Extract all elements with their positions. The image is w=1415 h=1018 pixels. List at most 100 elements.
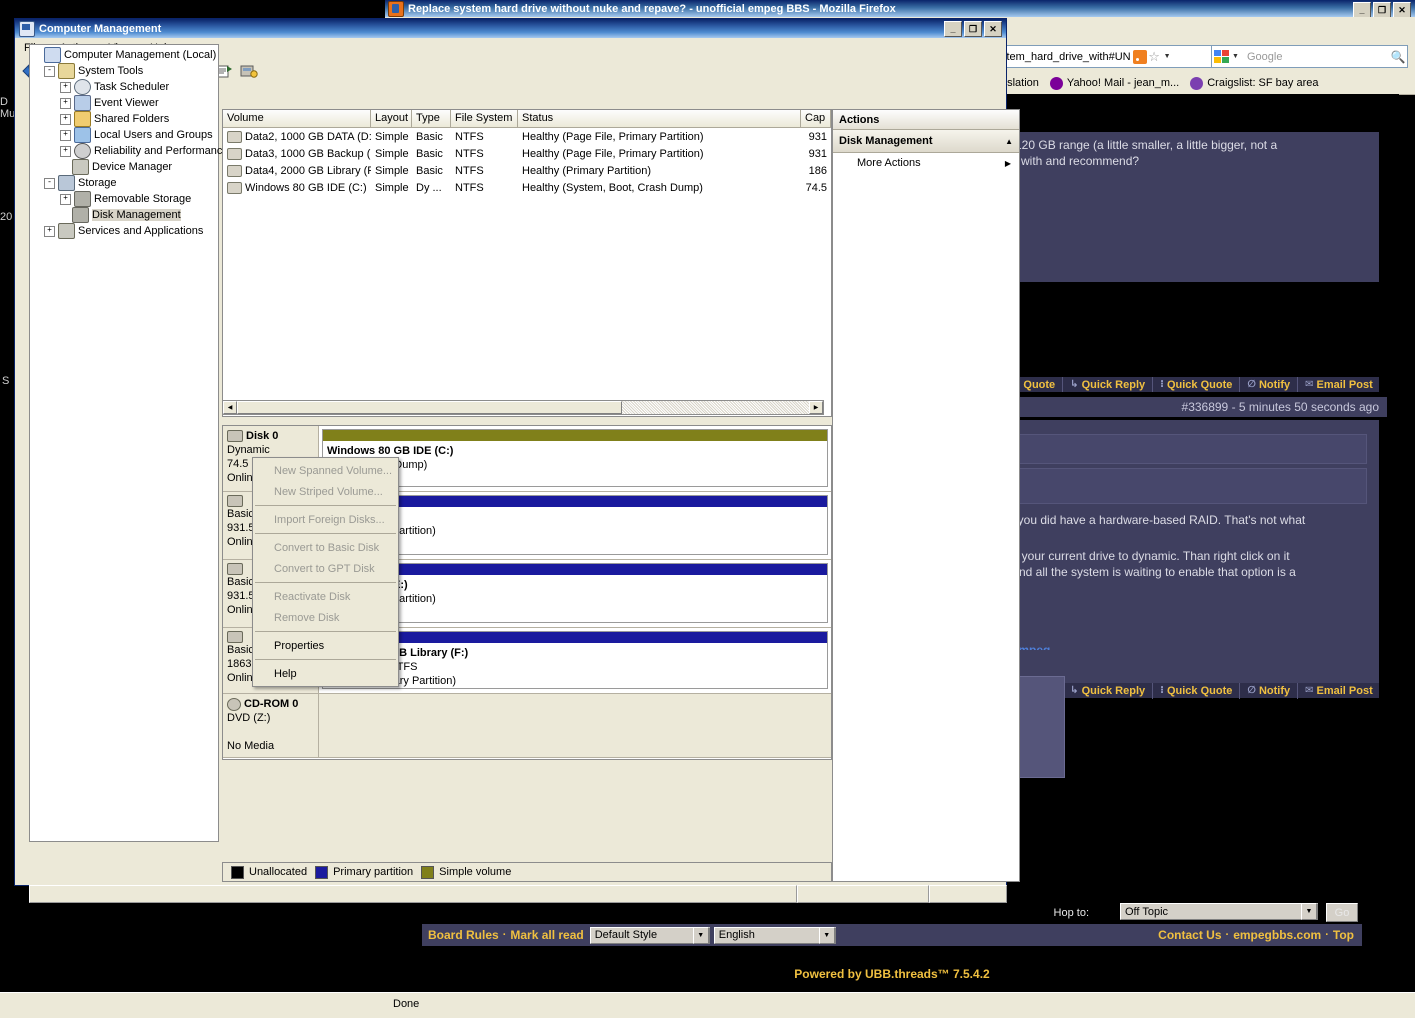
expand-toggle-icon[interactable]: + <box>60 145 71 157</box>
collapse-toggle-icon[interactable]: - <box>44 177 55 189</box>
computer-management-window[interactable]: Computer Management _ ❐ ✕ File Action Vi… <box>14 18 1020 903</box>
disk-context-menu[interactable]: New Spanned Volume... New Striped Volume… <box>252 457 399 687</box>
quick-reply-button[interactable]: ↳ Quick Reply <box>1063 376 1154 393</box>
cm-maximize-button[interactable]: ❐ <box>964 21 982 37</box>
context-menu-item-import-foreign-disks[interactable]: Import Foreign Disks... <box>253 509 398 530</box>
chevron-down-icon[interactable]: ▼ <box>1301 903 1317 920</box>
action-item-more-actions[interactable]: More Actions ▶ <box>833 153 1019 173</box>
search-input[interactable]: Google <box>1241 51 1389 63</box>
expand-toggle-icon[interactable]: + <box>60 81 71 93</box>
column-header-type[interactable]: Type <box>412 110 451 127</box>
volume-list-horizontal-scrollbar[interactable]: ◀ ▶ <box>222 400 824 415</box>
table-row[interactable]: Data4, 2000 GB Library (F:) Simple Basic… <box>223 162 831 179</box>
cm-close-button[interactable]: ✕ <box>984 21 1002 37</box>
bookmark-item[interactable]: Craigslist: SF bay area <box>1190 76 1318 90</box>
bookmark-item[interactable]: Yahoo! Mail - jean_m... <box>1049 76 1179 90</box>
tree-item-shared-folders[interactable]: + Shared Folders <box>32 111 218 127</box>
style-select[interactable]: Default Style ▼ <box>589 926 710 944</box>
context-menu-item-convert-to-gpt-disk[interactable]: Convert to GPT Disk <box>253 558 398 579</box>
cm-window-controls[interactable]: _ ❐ ✕ <box>944 21 1002 37</box>
tree-item-services-and-applications[interactable]: + Services and Applications <box>32 223 218 239</box>
notify-button[interactable]: ∅ Notify <box>1240 682 1299 699</box>
context-menu-item-remove-disk[interactable]: Remove Disk <box>253 607 398 628</box>
search-bar[interactable]: ▼ Google 🔍 <box>1211 45 1408 68</box>
cdrom-row[interactable]: CD-ROM 0 DVD (Z:) No Media <box>223 694 831 758</box>
context-menu-item-new-spanned-volume[interactable]: New Spanned Volume... <box>253 460 398 481</box>
tree-item-disk-management[interactable]: Disk Management <box>32 207 218 223</box>
email-post-button[interactable]: ✉ Email Post <box>1298 683 1380 699</box>
rescan-disks-icon[interactable] <box>238 60 260 82</box>
search-engine-chevron-icon[interactable]: ▼ <box>1230 53 1241 60</box>
scroll-right-button[interactable]: ▶ <box>809 401 823 414</box>
chevron-up-icon[interactable]: ▲ <box>1005 137 1013 146</box>
board-rules-link[interactable]: Board Rules <box>428 928 499 942</box>
tree-item-event-viewer[interactable]: + Event Viewer <box>32 95 218 111</box>
hop-to-go-button[interactable]: Go <box>1326 903 1358 922</box>
quick-quote-button[interactable]: ⁝ Quick Quote <box>1153 376 1241 393</box>
column-header-file-system[interactable]: File System <box>451 110 518 127</box>
firefox-maximize-button[interactable]: ❐ <box>1373 2 1391 17</box>
tree-item-device-manager[interactable]: Device Manager <box>32 159 218 175</box>
column-header-layout[interactable]: Layout <box>371 110 412 127</box>
expand-toggle-icon[interactable]: + <box>60 113 71 125</box>
volume-list[interactable]: Volume Layout Type File System Status Ca… <box>222 109 832 417</box>
tree-item-local-users-and-groups[interactable]: + Local Users and Groups <box>32 127 218 143</box>
scrollbar-track[interactable] <box>237 401 809 414</box>
cm-minimize-button[interactable]: _ <box>944 21 962 37</box>
language-select[interactable]: English ▼ <box>713 926 836 944</box>
hop-to-select[interactable]: Off Topic ▼ <box>1120 903 1318 920</box>
tree-item-task-scheduler[interactable]: + Task Scheduler <box>32 79 218 95</box>
chevron-down-icon[interactable]: ▼ <box>818 926 835 944</box>
post-1-button-bar[interactable]: ✎Quote ↳Quick Reply ⁝Quick Quote ∅Notify… <box>1005 376 1380 393</box>
context-menu-item-properties[interactable]: Properties <box>253 635 398 656</box>
firefox-close-button[interactable]: ✕ <box>1393 2 1411 17</box>
column-header-status[interactable]: Status <box>518 110 801 127</box>
tree-item-reliability-and-performance[interactable]: + Reliability and Performance <box>32 143 229 159</box>
scrollbar-thumb[interactable] <box>237 401 622 414</box>
notify-button[interactable]: ∅ Notify <box>1240 376 1299 393</box>
hop-to-bar: Hop to: Off Topic ▼ Go <box>385 900 1399 926</box>
context-menu-item-help[interactable]: Help <box>253 663 398 684</box>
tree-item-removable-storage[interactable]: + Removable Storage <box>32 191 218 207</box>
quick-quote-button[interactable]: ⁝ Quick Quote <box>1153 682 1241 699</box>
chevron-right-icon[interactable]: ▶ <box>1005 159 1011 168</box>
column-header-volume[interactable]: Volume <box>223 110 371 127</box>
console-tree-pane[interactable]: Computer Management (Local) - System Too… <box>29 44 229 842</box>
empegbbs-link[interactable]: empegbbs.com <box>1233 928 1321 942</box>
quick-reply-button[interactable]: ↳ Quick Reply <box>1063 682 1154 699</box>
expand-toggle-icon[interactable]: + <box>60 97 71 109</box>
top-link[interactable]: Top <box>1333 928 1354 942</box>
context-menu-item-new-striped-volume[interactable]: New Striped Volume... <box>253 481 398 502</box>
column-header-capacity[interactable]: Cap <box>801 110 831 127</box>
chevron-down-icon[interactable]: ▼ <box>692 926 709 944</box>
chevron-down-icon[interactable]: ▼ <box>1162 53 1173 60</box>
tree-item-computer-management-local[interactable]: Computer Management (Local) <box>32 47 218 63</box>
table-row[interactable]: Data2, 1000 GB DATA (D:) Simple Basic NT… <box>223 128 831 145</box>
firefox-window-controls[interactable]: _ ❐ ✕ <box>1353 2 1411 17</box>
search-icon[interactable]: 🔍 <box>1389 50 1407 64</box>
google-icon <box>1214 49 1230 64</box>
actions-pane[interactable]: Actions Disk Management ▲ More Actions ▶ <box>832 109 1020 882</box>
cdrom-info-panel[interactable]: CD-ROM 0 DVD (Z:) No Media <box>223 694 319 757</box>
context-menu-item-reactivate-disk[interactable]: Reactivate Disk <box>253 586 398 607</box>
expand-toggle-icon[interactable]: + <box>60 193 71 205</box>
table-row[interactable]: Windows 80 GB IDE (C:) Simple Dy ... NTF… <box>223 179 831 196</box>
table-row[interactable]: Data3, 1000 GB Backup (E:) Simple Basic … <box>223 145 831 162</box>
cell-type: Basic <box>416 130 443 143</box>
mark-all-read-link[interactable]: Mark all read <box>510 928 583 942</box>
url-bar[interactable]: system_hard_drive_with#UN ☆ ▼ <box>985 45 1213 68</box>
expand-toggle-icon[interactable]: + <box>44 225 55 237</box>
expand-toggle-icon[interactable]: + <box>60 129 71 141</box>
scroll-left-button[interactable]: ◀ <box>223 401 237 414</box>
tree-item-system-tools[interactable]: - System Tools <box>32 63 218 79</box>
context-menu-item-convert-to-basic-disk[interactable]: Convert to Basic Disk <box>253 537 398 558</box>
contact-us-link[interactable]: Contact Us <box>1158 928 1221 942</box>
firefox-minimize-button[interactable]: _ <box>1353 2 1371 17</box>
actions-group-disk-management[interactable]: Disk Management ▲ <box>833 130 1019 153</box>
bookmark-star-icon[interactable]: ☆ <box>1147 50 1162 64</box>
email-post-button[interactable]: ✉ Email Post <box>1298 377 1380 393</box>
tree-item-storage[interactable]: - Storage <box>32 175 218 191</box>
collapse-toggle-icon[interactable]: - <box>44 65 55 77</box>
volume-list-header[interactable]: Volume Layout Type File System Status Ca… <box>223 110 831 128</box>
rss-feed-icon[interactable] <box>1132 49 1147 64</box>
